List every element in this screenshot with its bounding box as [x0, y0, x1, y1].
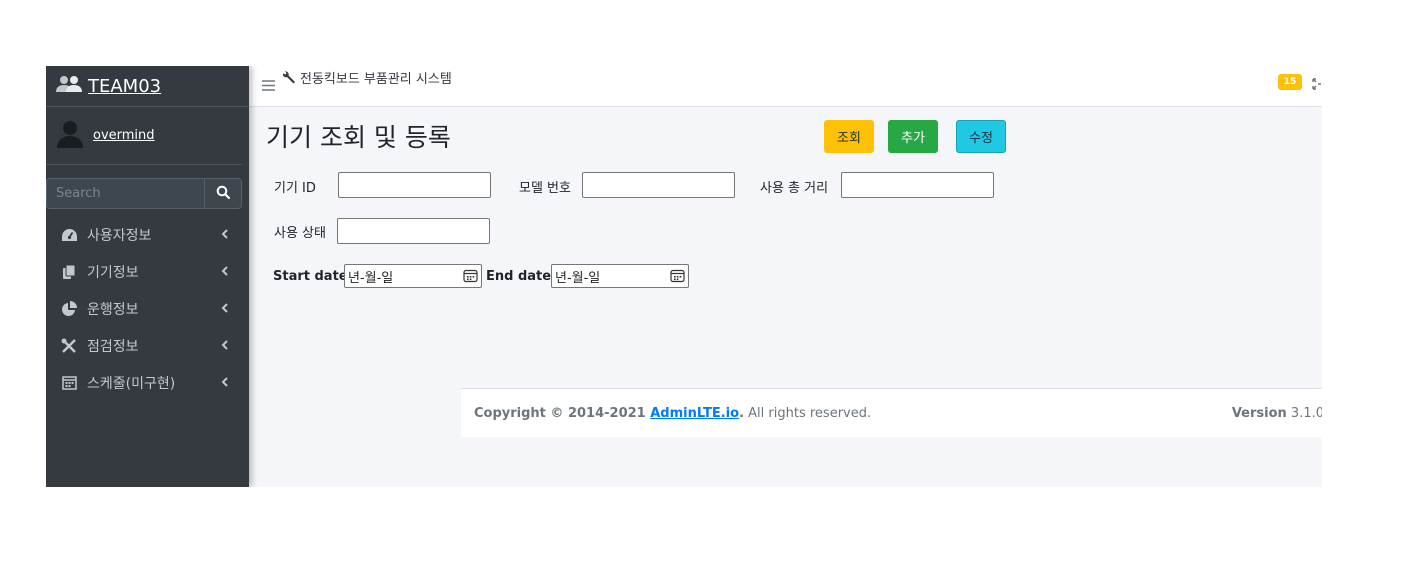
sidebar-search: [46, 178, 242, 209]
chevron-left-icon: [221, 264, 229, 280]
tachometer-icon: [60, 226, 78, 244]
sidebar-item-driving-info[interactable]: 운행정보: [46, 290, 249, 327]
brand: TEAM03: [46, 66, 249, 107]
sidebar-item-label: 점검정보: [87, 338, 139, 355]
add-button[interactable]: 추가: [888, 120, 938, 153]
user-avatar-icon: [57, 120, 83, 152]
end-date-placeholder: 년-월-일: [555, 270, 601, 286]
chevron-left-icon: [221, 301, 229, 317]
users-icon: [55, 75, 83, 97]
sidebar-item-schedule[interactable]: 스케줄(미구현): [46, 364, 249, 401]
footer: Copyright © 2014-2021 AdminLTE.io. All r…: [461, 388, 1322, 437]
top-navbar: 전동킥보드 부품관리 시스템 15: [249, 66, 1322, 107]
total-distance-input[interactable]: [841, 172, 994, 198]
search-icon: [216, 184, 231, 203]
menu-toggle-icon[interactable]: [262, 76, 275, 95]
edit-button[interactable]: 수정: [956, 120, 1006, 153]
sidebar-item-label: 운행정보: [87, 301, 139, 318]
app-frame: TEAM03 overmind 사용자정보: [46, 66, 1322, 487]
sidebar-item-label: 스케줄(미구현): [87, 375, 176, 392]
notification-badge[interactable]: 15: [1278, 74, 1302, 90]
usage-status-label: 사용 상태: [274, 226, 326, 241]
sidebar-item-label: 사용자정보: [87, 227, 152, 244]
sidebar-nav: 사용자정보 기기정보 운행정보 점검정보 스케줄(미구현): [46, 216, 249, 401]
search-button[interactable]: [204, 178, 242, 209]
chevron-left-icon: [221, 375, 229, 391]
calendar-picker-icon[interactable]: [463, 269, 478, 287]
search-input[interactable]: [46, 178, 204, 209]
sidebar-item-inspection-info[interactable]: 점검정보: [46, 327, 249, 364]
version-value: 3.1.0: [1290, 406, 1322, 421]
sidebar: TEAM03 overmind 사용자정보: [46, 66, 249, 487]
pie-chart-icon: [60, 300, 78, 318]
wrench-icon: [282, 70, 296, 89]
start-date-placeholder: 년-월-일: [348, 270, 394, 286]
end-date-label: End date:: [486, 269, 557, 284]
device-id-label: 기기 ID: [274, 181, 316, 196]
page-title: 기기 조회 및 등록: [266, 123, 451, 152]
sidebar-item-label: 기기정보: [87, 264, 139, 281]
start-date-label: Start date:: [273, 269, 353, 284]
adminlte-link[interactable]: AdminLTE.io: [650, 406, 739, 421]
copyright-text: Copyright © 2014-2021 AdminLTE.io. All r…: [474, 406, 871, 421]
sidebar-item-user-info[interactable]: 사용자정보: [46, 216, 249, 253]
copyright-prefix: Copyright © 2014-2021: [474, 406, 651, 421]
system-title: 전동킥보드 부품관리 시스템: [300, 72, 452, 87]
total-distance-label: 사용 총 거리: [760, 181, 829, 196]
tools-icon: [60, 337, 78, 355]
device-id-input[interactable]: [338, 172, 491, 198]
sidebar-item-device-info[interactable]: 기기정보: [46, 253, 249, 290]
brand-link[interactable]: TEAM03: [88, 76, 161, 97]
calendar-picker-icon[interactable]: [670, 269, 685, 287]
rights-text: All rights reserved.: [744, 406, 872, 421]
version-text: Version 3.1.0: [1232, 406, 1322, 421]
start-date-input[interactable]: 년-월-일: [344, 264, 482, 288]
copy-icon: [60, 263, 78, 281]
fullscreen-icon[interactable]: [1312, 75, 1322, 94]
model-number-label: 모델 번호: [519, 181, 571, 196]
user-name-link[interactable]: overmind: [93, 128, 155, 143]
model-number-input[interactable]: [582, 172, 735, 198]
query-button[interactable]: 조회: [824, 120, 874, 153]
chevron-left-icon: [221, 227, 229, 243]
user-panel: overmind: [46, 107, 242, 165]
usage-status-input[interactable]: [337, 218, 490, 244]
version-label: Version: [1231, 406, 1287, 421]
chevron-left-icon: [221, 338, 229, 354]
end-date-input[interactable]: 년-월-일: [551, 264, 689, 288]
calendar-icon: [60, 374, 78, 392]
